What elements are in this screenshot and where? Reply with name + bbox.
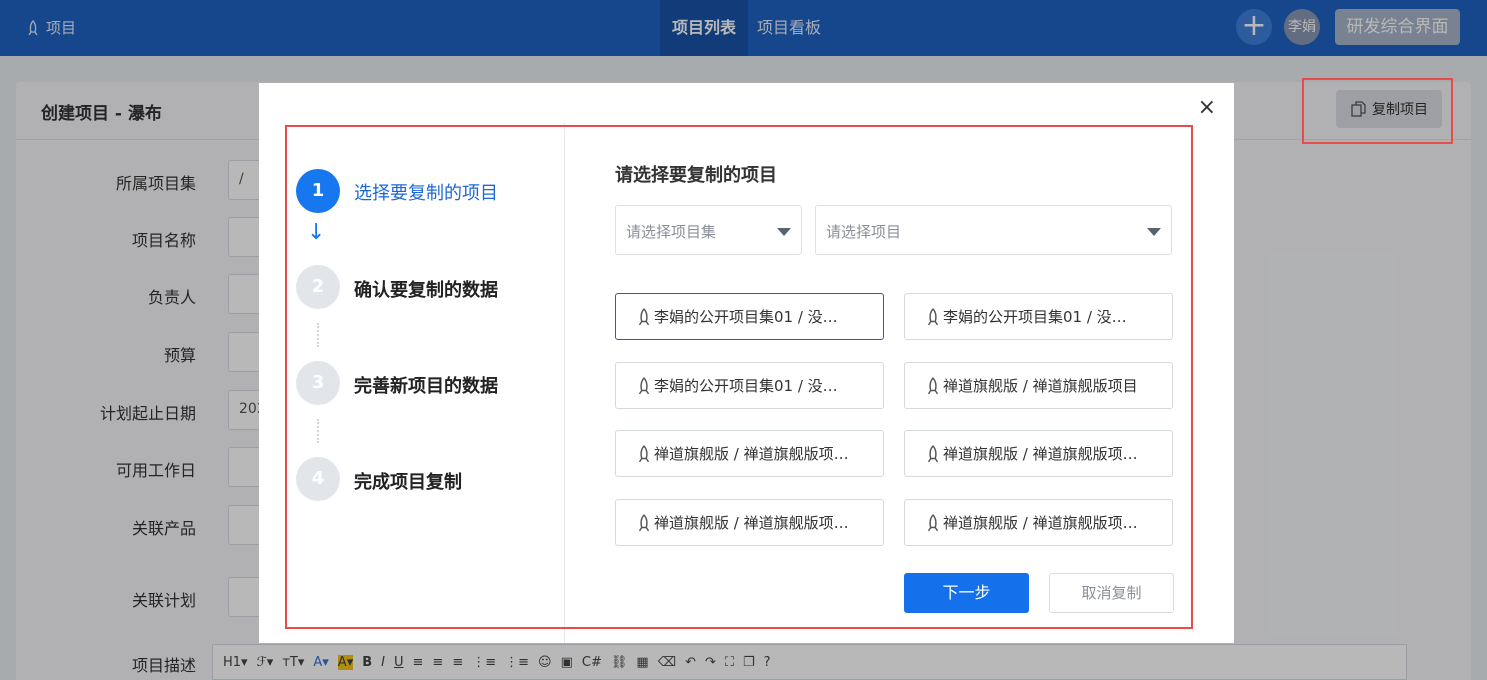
highlight-modal-content xyxy=(285,125,1193,629)
highlight-copy-button xyxy=(1302,78,1453,144)
close-icon[interactable]: × xyxy=(1198,97,1216,119)
